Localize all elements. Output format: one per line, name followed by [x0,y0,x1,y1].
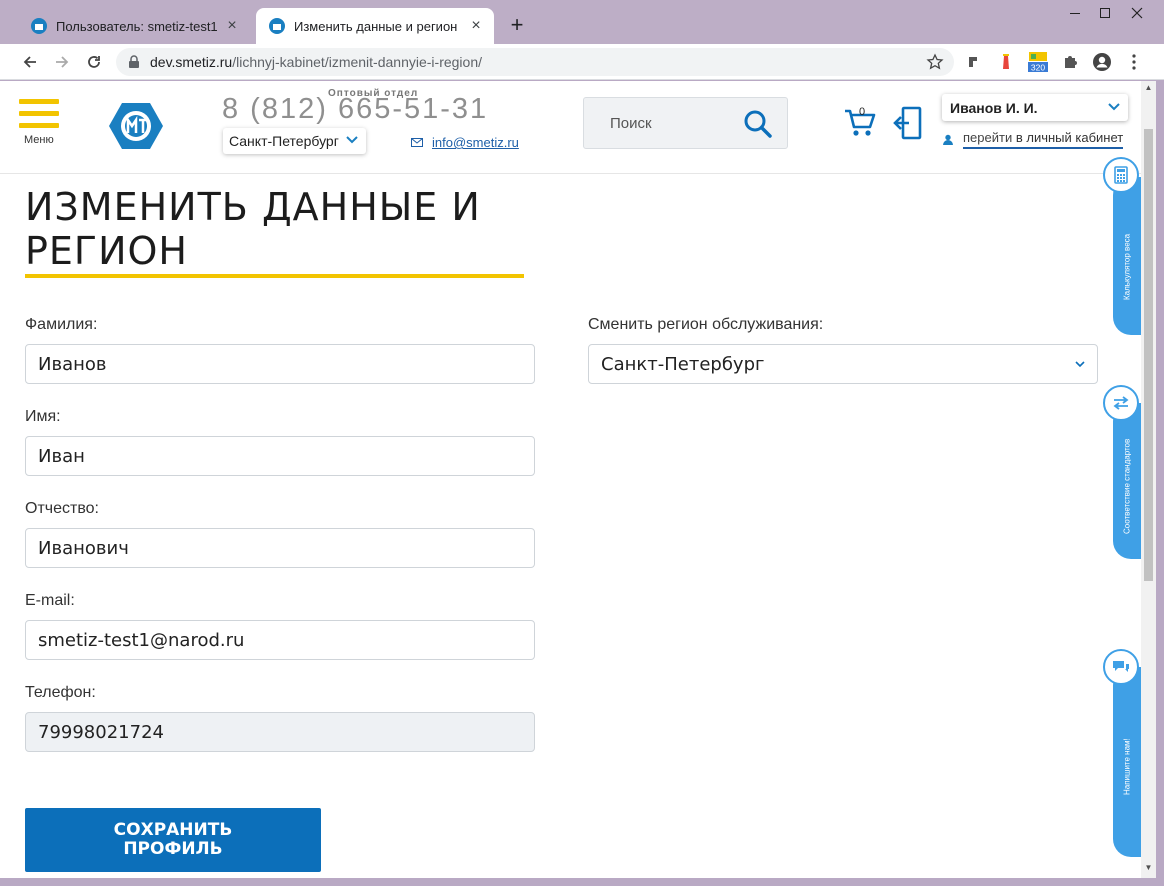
hamburger-icon [19,99,59,104]
extension-badge: 320 [1031,63,1045,73]
menu-button[interactable]: Меню [18,97,60,147]
first-name-label: Имя: [25,408,61,425]
maximize-icon[interactable] [1092,0,1118,26]
region-select-value: Санкт-Петербург [601,353,765,375]
write-us-label: Напишите нам! [1122,738,1132,796]
save-button-line1: СОХРАНИТЬ [113,820,233,840]
phone-input[interactable]: 79998021724 [25,712,535,752]
title-underline [25,274,524,278]
web-page: Меню Оптовый отдел 8 (812) 665-51-31 Сан… [0,81,1141,878]
tab-label: Изменить данные и регион [294,18,458,34]
search-input[interactable]: Поиск [583,97,788,149]
url-path: /lichnyj-kabinet/izmenit-dannyie-i-regio… [232,54,482,70]
patronymic-input[interactable]: Иванович [25,528,535,568]
email-input[interactable]: smetiz-test1@narod.ru [25,620,535,660]
standards-widget[interactable]: Соответствие стандартов [1113,403,1141,559]
reload-icon[interactable] [82,50,106,74]
swap-arrows-icon[interactable] [1103,385,1139,421]
scrollbar-thumb[interactable] [1144,129,1153,581]
envelope-icon [411,138,423,147]
back-arrow-icon[interactable] [18,50,42,74]
browser-chrome: Пользователь: smetiz-test1@narod.ru × Из… [0,0,1164,80]
chevron-down-icon [346,136,358,144]
city-select-value: Санкт-Петербург [229,133,339,149]
page-title: ИЗМЕНИТЬ ДАННЫЕ И РЕГИОН [25,185,481,273]
site-logo[interactable] [108,101,164,151]
chat-bubbles-icon[interactable] [1103,649,1139,685]
logout-icon[interactable] [893,106,923,140]
write-us-widget[interactable]: Напишите нам! [1113,667,1141,857]
forward-arrow-icon[interactable] [50,50,74,74]
save-button-line2: ПРОФИЛЬ [123,839,223,859]
user-name: Иванов И. И. [950,99,1038,116]
site-favicon-icon [31,18,47,34]
page-scrollbar[interactable]: ▲ ▼ [1141,81,1156,878]
user-select[interactable]: Иванов И. И. [942,94,1128,121]
city-select[interactable]: Санкт-Петербург [223,128,366,154]
phone-number[interactable]: 8 (812) 665-51-31 [222,93,488,126]
extension-lighthouse-icon[interactable] [994,50,1018,74]
close-tab-icon[interactable]: × [224,18,240,34]
site-favicon-icon [269,18,285,34]
chevron-down-icon [1108,103,1120,111]
site-header: Меню Оптовый отдел 8 (812) 665-51-31 Сан… [0,81,1141,174]
tab-label: Пользователь: smetiz-test1@narod.ru [56,18,218,34]
close-tab-icon[interactable]: × [468,18,484,34]
tab-user-profile[interactable]: Пользователь: smetiz-test1@narod.ru × [18,8,250,44]
profile-avatar-icon[interactable] [1090,50,1114,74]
search-icon[interactable] [743,109,773,139]
email-link[interactable]: info@smetiz.ru [411,135,519,150]
phone-label: Телефон: [25,684,96,701]
address-bar[interactable]: dev.smetiz.ru/lichnyj-kabinet/izmenit-da… [116,48,954,76]
last-name-label: Фамилия: [25,316,98,333]
last-name-input[interactable]: Иванов [25,344,535,384]
extension-counter-icon[interactable]: 320 [1026,50,1050,74]
region-select[interactable]: Санкт-Петербург [588,344,1098,384]
close-window-icon[interactable] [1124,0,1150,26]
url-host: dev.smetiz.ru [150,54,233,70]
scroll-down-icon[interactable]: ▼ [1144,863,1153,873]
save-profile-button[interactable]: СОХРАНИТЬ ПРОФИЛЬ [25,808,321,872]
extension-pin-icon[interactable] [962,50,986,74]
cabinet-link-text: в личный кабинет [1015,130,1124,145]
first-name-input[interactable]: Иван [25,436,535,476]
lock-icon [129,55,139,68]
bookmark-star-icon[interactable] [926,53,944,71]
user-icon [943,134,953,145]
tab-edit-data[interactable]: Изменить данные и регион × [256,8,494,44]
weight-calculator-widget[interactable]: Калькулятор веса [1113,177,1141,335]
weight-calculator-label: Калькулятор веса [1122,233,1132,301]
patronymic-label: Отчество: [25,500,99,517]
search-placeholder: Поиск [610,115,652,132]
new-tab-button[interactable]: + [504,12,530,38]
minimize-icon[interactable] [1062,0,1088,26]
browser-toolbar: dev.smetiz.ru/lichnyj-kabinet/izmenit-da… [0,44,1164,80]
email-text: info@smetiz.ru [432,135,519,150]
region-label: Сменить регион обслуживания: [588,316,824,333]
email-label: E-mail: [25,592,75,609]
hamburger-icon [19,111,59,116]
standards-label: Соответствие стандартов [1122,438,1132,534]
menu-label: Меню [24,134,54,146]
window-frame [0,878,1164,886]
scroll-up-icon[interactable]: ▲ [1144,83,1153,93]
cabinet-link[interactable]: перейти в личный кабинет [942,130,1124,149]
calculator-icon[interactable] [1103,157,1139,193]
extensions-puzzle-icon[interactable] [1058,50,1082,74]
chevron-down-icon [1075,361,1085,368]
cabinet-prefix: перейти [963,130,1013,145]
window-frame [1156,81,1164,886]
browser-menu-icon[interactable] [1122,50,1146,74]
cart-count: 0 [859,106,866,118]
tab-strip: Пользователь: smetiz-test1@narod.ru × Из… [0,0,1164,44]
hamburger-icon [19,123,59,128]
